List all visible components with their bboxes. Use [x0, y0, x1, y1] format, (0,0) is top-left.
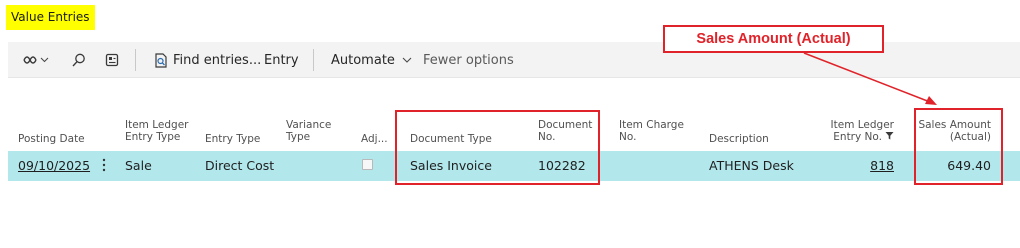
annotation-arrow	[803, 52, 937, 105]
